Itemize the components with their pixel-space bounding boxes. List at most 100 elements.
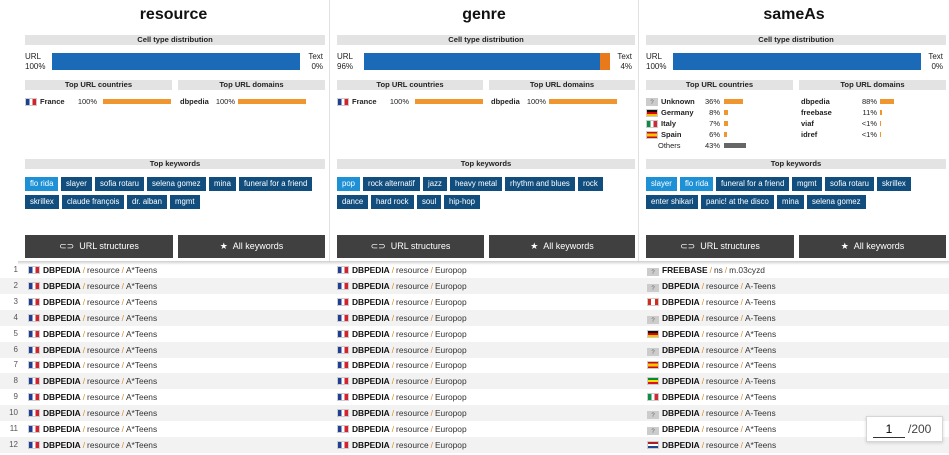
keyword-chip[interactable]: rock — [578, 177, 603, 191]
row-number: 2 — [13, 280, 18, 290]
keyword-chip[interactable]: mina — [777, 195, 804, 209]
table-cell[interactable]: DBPEDIA / resource / A*Teens — [28, 357, 157, 373]
table-cell[interactable]: DBPEDIA / resource / A*Teens — [28, 262, 157, 278]
url-structures-button[interactable]: ⊂⊃ URL structures — [646, 235, 794, 258]
keyword-chip[interactable]: sofia rotaru — [95, 177, 145, 191]
table-cell[interactable]: DBPEDIA / resource / A-Teens — [647, 294, 776, 310]
flag-icon — [647, 297, 659, 306]
keyword-chip[interactable]: pop — [337, 177, 361, 191]
keyword-chip[interactable]: mgmt — [792, 177, 822, 191]
table-row: 12 DBPEDIA / resource / A*Teens DBPEDIA / resour… — [0, 436, 949, 453]
table-cell[interactable]: DBPEDIA / resource / A*Teens — [647, 357, 776, 373]
url-share-bar — [673, 53, 921, 70]
table-cell[interactable]: DBPEDIA / resource / A*Teens — [28, 310, 157, 326]
url-structures-button[interactable]: ⊂⊃ URL structures — [25, 235, 173, 258]
keyword-chip[interactable]: mina — [209, 177, 236, 191]
column-panel-sameas: sameAs Cell type distribution URL 100% Text 0… — [638, 0, 949, 262]
table-cell[interactable]: DBPEDIA / resource / A*Teens — [647, 326, 776, 342]
table-cell[interactable]: DBPEDIA / resource / Europop — [337, 357, 467, 373]
keyword-chip[interactable]: claude françois — [62, 195, 125, 209]
url-structures-button[interactable]: ⊂⊃ URL structures — [337, 235, 484, 258]
keyword-chip[interactable]: dr. alban — [127, 195, 167, 209]
table-cell[interactable]: DBPEDIA / resource / Europop — [337, 405, 467, 421]
keyword-chip[interactable]: rhythm and blues — [505, 177, 575, 191]
table-cell[interactable]: DBPEDIA / resource / A*Teens — [28, 278, 157, 294]
table-cell[interactable]: ? DBPEDIA / resource / A-Teens — [647, 278, 776, 294]
keyword-chip[interactable]: hip-hop — [444, 195, 481, 209]
keyword-chip[interactable]: panic! at the disco — [701, 195, 774, 209]
all-keywords-button[interactable]: ★ All keywords — [799, 235, 946, 258]
keyword-chip[interactable]: selena gomez — [147, 177, 206, 191]
table-cell[interactable]: ? DBPEDIA / resource / A*Teens — [647, 342, 776, 358]
column-panel-genre: genre Cell type distribution URL 96% Text 4% T… — [329, 0, 638, 262]
domain-percent: 100% — [526, 97, 546, 106]
keyword-chip[interactable]: flo rida — [680, 177, 714, 191]
keyword-chip[interactable]: skrillex — [25, 195, 59, 209]
domain-share-bar — [880, 110, 882, 115]
keyword-chip[interactable]: slayer — [646, 177, 677, 191]
keyword-chip[interactable]: flo rida — [25, 177, 59, 191]
url-domain: DBPEDIA — [43, 360, 81, 371]
url-share-bar — [52, 53, 300, 70]
url-domain: DBPEDIA — [662, 328, 700, 339]
table-cell[interactable]: DBPEDIA / resource / A*Teens — [28, 326, 157, 342]
table-cell[interactable]: DBPEDIA / resource / Europop — [337, 421, 467, 437]
table-cell[interactable]: DBPEDIA / resource / A*Teens — [28, 389, 157, 405]
table-row: 10 DBPEDIA / resource / A*Teens DBPEDIA / resour… — [0, 405, 949, 422]
flag-icon — [647, 393, 659, 402]
table-cell[interactable]: DBPEDIA / resource / A*Teens — [28, 405, 157, 421]
table-row: 8 DBPEDIA / resource / A*Teens DBPEDIA / resourc… — [0, 373, 949, 390]
table-cell[interactable]: DBPEDIA / resource / A*Teens — [28, 421, 157, 437]
table-cell[interactable]: DBPEDIA / resource / Europop — [337, 294, 467, 310]
text-percent: 0% — [311, 62, 323, 71]
table-row: 2 DBPEDIA / resource / A*Teens DBPEDIA / resourc… — [0, 277, 949, 294]
table-cell[interactable]: ? DBPEDIA / resource / A-Teens — [647, 310, 776, 326]
keyword-chip[interactable]: rock alternatif — [363, 177, 420, 191]
keyword-chip[interactable]: selena gomez — [807, 195, 866, 209]
keyword-chip[interactable]: enter shikari — [646, 195, 699, 209]
table-cell[interactable]: DBPEDIA / resource / A*Teens — [28, 294, 157, 310]
table-cell[interactable]: DBPEDIA / resource / A*Teens — [647, 389, 776, 405]
row-number: 12 — [9, 439, 18, 449]
keyword-chip[interactable]: dance — [337, 195, 369, 209]
keyword-chip[interactable]: mgmt — [170, 195, 200, 209]
table-cell[interactable]: DBPEDIA / resource / A*Teens — [647, 437, 776, 453]
page-number-input[interactable] — [873, 421, 905, 438]
table-cell[interactable]: DBPEDIA / resource / Europop — [337, 278, 467, 294]
keyword-chip[interactable]: slayer — [61, 177, 92, 191]
all-keywords-button[interactable]: ★ All keywords — [178, 235, 325, 258]
table-cell[interactable]: ? DBPEDIA / resource / A-Teens — [647, 405, 776, 421]
table-cell[interactable]: DBPEDIA / resource / Europop — [337, 310, 467, 326]
keyword-chip[interactable]: soul — [417, 195, 442, 209]
keyword-chip[interactable]: funeral for a friend — [716, 177, 790, 191]
cell-type-distribution-header: Cell type distribution — [337, 35, 635, 45]
url-path-value: A*Teens — [125, 392, 158, 403]
table-cell[interactable]: DBPEDIA / resource / A*Teens — [28, 373, 157, 389]
keyword-chip[interactable]: funeral for a friend — [239, 177, 313, 191]
table-cell[interactable]: DBPEDIA / resource / A*Teens — [28, 437, 157, 453]
table-cell[interactable]: DBPEDIA / resource / Europop — [337, 437, 467, 453]
table-cell[interactable]: DBPEDIA / resource / Europop — [337, 342, 467, 358]
url-domain: DBPEDIA — [662, 312, 700, 323]
table-cell[interactable]: DBPEDIA / resource / Europop — [337, 373, 467, 389]
table-cell[interactable]: DBPEDIA / resource / Europop — [337, 262, 467, 278]
table-cell[interactable]: DBPEDIA / resource / Europop — [337, 389, 467, 405]
all-keywords-button[interactable]: ★ All keywords — [489, 235, 635, 258]
text-share-bar — [600, 53, 610, 70]
keyword-chip[interactable]: hard rock — [371, 195, 414, 209]
table-cell[interactable]: DBPEDIA / resource / A*Teens — [28, 342, 157, 358]
keyword-chip[interactable]: jazz — [423, 177, 447, 191]
table-cell[interactable]: ? DBPEDIA / resource / A*Teens — [647, 421, 776, 437]
keyword-chip[interactable]: skrillex — [877, 177, 911, 191]
table-cell[interactable]: DBPEDIA / resource / Europop — [337, 326, 467, 342]
table-cell[interactable]: ? FREEBASE / ns / m.03cyzd — [647, 262, 765, 278]
domain-percent: 11% — [862, 108, 877, 117]
keyword-chip[interactable]: sofia rotaru — [825, 177, 875, 191]
table-row: 4 DBPEDIA / resource / A*Teens DBPEDIA / resourc… — [0, 309, 949, 326]
domain-row: dbpedia 100% — [180, 96, 326, 107]
country-row: Italy 7% — [646, 118, 792, 129]
table-cell[interactable]: DBPEDIA / resource / A-Teens — [647, 373, 776, 389]
top-url-domains-header: Top URL domains — [799, 80, 946, 90]
keyword-chip[interactable]: heavy metal — [450, 177, 503, 191]
url-path-value: A*Teens — [125, 265, 158, 275]
